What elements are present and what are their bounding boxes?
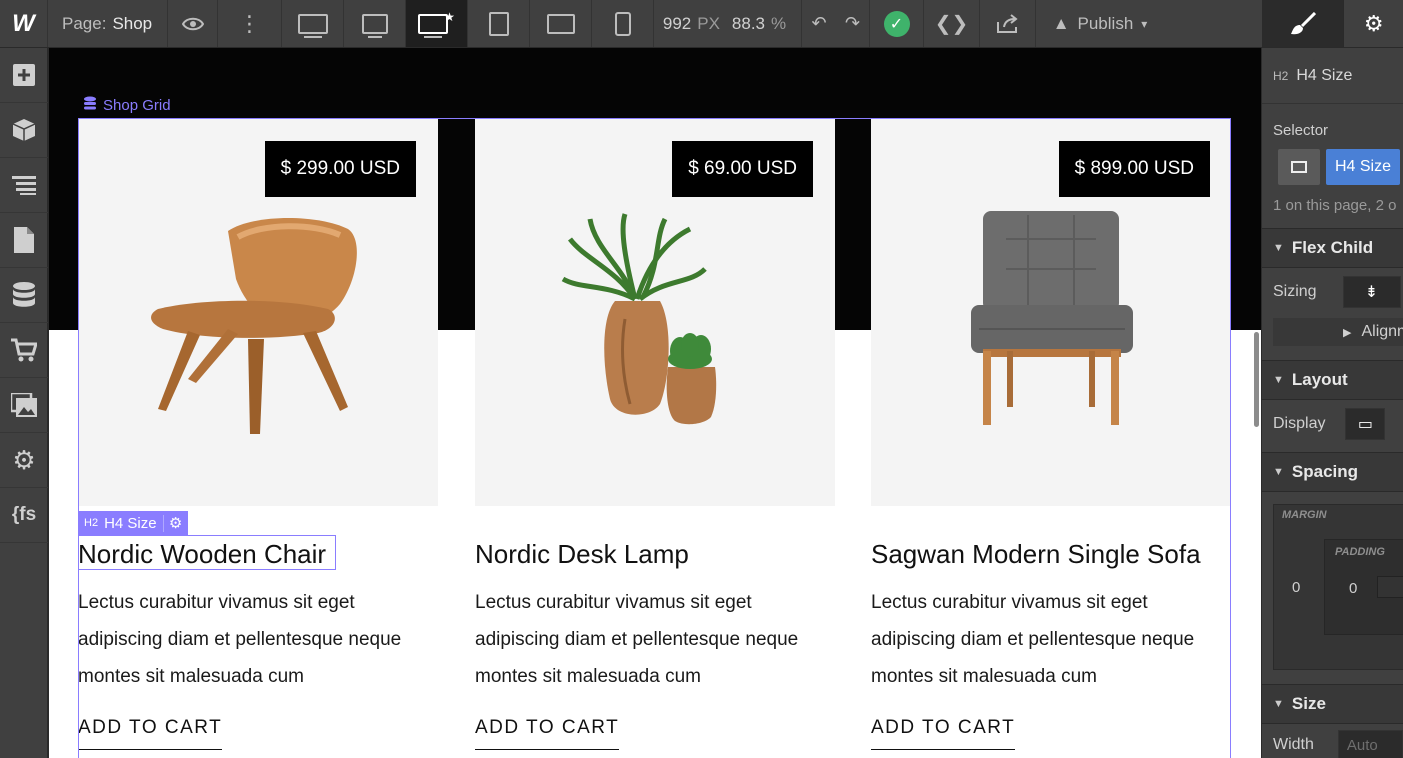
section-layout[interactable]: ▼ Layout bbox=[1262, 360, 1403, 400]
sizing-row: Sizing ⇟ bbox=[1262, 268, 1403, 316]
left-toolbar: ⚙ {fs bbox=[0, 48, 48, 758]
canvas-zoom: 88.3 bbox=[731, 13, 766, 33]
element-settings-icon[interactable]: ⚙ bbox=[1343, 0, 1403, 47]
ecommerce-cart-icon[interactable] bbox=[0, 323, 48, 378]
section-title: Flex Child bbox=[1291, 238, 1374, 257]
selected-element-outline bbox=[78, 535, 336, 570]
width-input[interactable]: Auto bbox=[1337, 730, 1403, 758]
content-box bbox=[1377, 576, 1403, 598]
caret-down-icon: ▼ bbox=[1273, 698, 1284, 710]
selected-element-name: H2 H4 Size bbox=[78, 514, 164, 532]
canvas-scrollbar[interactable] bbox=[1254, 332, 1259, 427]
caret-down-icon: ▼ bbox=[1273, 466, 1284, 478]
symbols-cube-icon[interactable] bbox=[0, 103, 48, 158]
designer-toolbar: W Page: Shop ⋮ ★ 992 PX 88.3 % ↶ ↷ ✓ ❮❯ … bbox=[0, 0, 1262, 48]
breakpoint-xxl-icon[interactable] bbox=[282, 0, 344, 47]
rocket-icon: ▲ bbox=[1052, 13, 1070, 33]
box-model-editor[interactable]: MARGIN 0 PADDING 0 bbox=[1273, 504, 1403, 670]
canvas-width: 992 bbox=[662, 13, 692, 33]
selected-class: H4 Size bbox=[104, 514, 157, 532]
share-icon[interactable] bbox=[980, 0, 1036, 47]
page-label: Page: bbox=[62, 13, 107, 33]
display-row: Display ▭ bbox=[1262, 400, 1403, 448]
padding-left-value[interactable]: 0 bbox=[1349, 580, 1357, 597]
design-canvas[interactable]: Shop Grid $ 299.00 USD Nordic Wooden Cha… bbox=[49, 48, 1261, 758]
finsweet-attributes-icon[interactable]: {fs bbox=[0, 488, 48, 543]
collection-list-icon bbox=[83, 96, 97, 114]
code-export-icon[interactable]: ❮❯ bbox=[924, 0, 980, 47]
panel-tabs: ⚙ bbox=[1262, 0, 1403, 48]
selector-field[interactable]: H4 Size bbox=[1278, 149, 1403, 185]
shop-grid-label[interactable]: Shop Grid bbox=[83, 96, 171, 114]
section-title: Spacing bbox=[1291, 462, 1359, 481]
padding-label: PADDING bbox=[1335, 546, 1385, 558]
add-element-icon[interactable] bbox=[0, 48, 48, 103]
pages-icon[interactable] bbox=[0, 213, 48, 268]
selected-element-badge[interactable]: H2 H4 Size ⚙ bbox=[78, 511, 188, 535]
width-row: Width Auto bbox=[1262, 730, 1403, 758]
element-name: H4 Size bbox=[1296, 66, 1353, 84]
selector-state-icon[interactable] bbox=[1278, 149, 1320, 185]
breakpoint-tablet-icon[interactable] bbox=[468, 0, 530, 47]
settings-gear-icon[interactable]: ⚙ bbox=[0, 433, 48, 488]
breakpoint-xl-icon[interactable] bbox=[344, 0, 406, 47]
display-label: Display bbox=[1273, 415, 1326, 432]
caret-down-icon: ▼ bbox=[1273, 374, 1284, 386]
style-panel: ⚙ H2 H4 Size Selector H4 Size 1 on this … bbox=[1262, 0, 1403, 758]
section-title: Size bbox=[1291, 694, 1326, 713]
element-tag: H2 bbox=[1273, 68, 1289, 83]
webflow-logo[interactable]: W bbox=[0, 0, 48, 47]
caret-down-icon: ▼ bbox=[1273, 242, 1284, 254]
breakpoint-landscape-icon[interactable] bbox=[530, 0, 592, 47]
padding-box: PADDING 0 bbox=[1324, 539, 1403, 635]
shop-grid-outline bbox=[78, 118, 1231, 758]
class-chip[interactable]: H4 Size bbox=[1326, 149, 1400, 185]
canvas-zoom-unit: % bbox=[771, 13, 787, 33]
section-spacing[interactable]: ▼ Spacing bbox=[1262, 452, 1403, 492]
canvas-width-unit: PX bbox=[697, 13, 720, 33]
display-block-icon[interactable]: ▭ bbox=[1345, 408, 1386, 440]
section-flex-child[interactable]: ▼ Flex Child bbox=[1262, 228, 1403, 268]
heading-tag: H2 bbox=[84, 517, 99, 529]
selector-usage-count: 1 on this page, 2 o bbox=[1273, 197, 1397, 214]
caret-right-icon: ▶ bbox=[1343, 326, 1352, 339]
alignment-toggle[interactable]: ▶ Alignm bbox=[1273, 318, 1403, 346]
publish-label: Publish bbox=[1077, 13, 1134, 33]
sizing-shrink-icon[interactable]: ⇟ bbox=[1342, 276, 1401, 308]
sizing-label: Sizing bbox=[1273, 283, 1317, 300]
cms-database-icon[interactable] bbox=[0, 268, 48, 323]
style-brush-icon[interactable] bbox=[1262, 0, 1344, 47]
element-settings-gear-icon[interactable]: ⚙ bbox=[164, 514, 188, 532]
section-size[interactable]: ▼ Size bbox=[1262, 684, 1403, 724]
redo-icon[interactable]: ↷ bbox=[836, 0, 870, 47]
canvas-size-readout: 992 PX 88.3 % bbox=[654, 0, 802, 47]
shop-grid-name: Shop Grid bbox=[103, 96, 171, 114]
margin-label: MARGIN bbox=[1282, 509, 1327, 521]
margin-left-value[interactable]: 0 bbox=[1292, 579, 1300, 596]
chevron-down-icon: ▾ bbox=[1141, 16, 1148, 31]
page-selector[interactable]: Page: Shop bbox=[48, 0, 168, 47]
undo-icon[interactable]: ↶ bbox=[802, 0, 836, 47]
breakpoint-phone-icon[interactable] bbox=[592, 0, 654, 47]
navigator-icon[interactable] bbox=[0, 158, 48, 213]
alignment-label: Alignm bbox=[1361, 323, 1403, 340]
selected-element-header: H2 H4 Size bbox=[1262, 48, 1403, 104]
audit-check-icon[interactable]: ✓ bbox=[870, 0, 924, 47]
breakpoint-desktop-icon[interactable]: ★ bbox=[406, 0, 468, 47]
more-options-icon[interactable]: ⋮ bbox=[218, 0, 282, 47]
width-label: Width bbox=[1273, 736, 1314, 753]
section-title: Layout bbox=[1291, 370, 1348, 389]
selector-label: Selector bbox=[1273, 122, 1329, 139]
page-name: Shop bbox=[112, 13, 153, 33]
preview-eye-icon[interactable] bbox=[168, 0, 218, 47]
publish-button[interactable]: ▲ Publish ▾ bbox=[1036, 0, 1164, 47]
assets-images-icon[interactable] bbox=[0, 378, 48, 433]
